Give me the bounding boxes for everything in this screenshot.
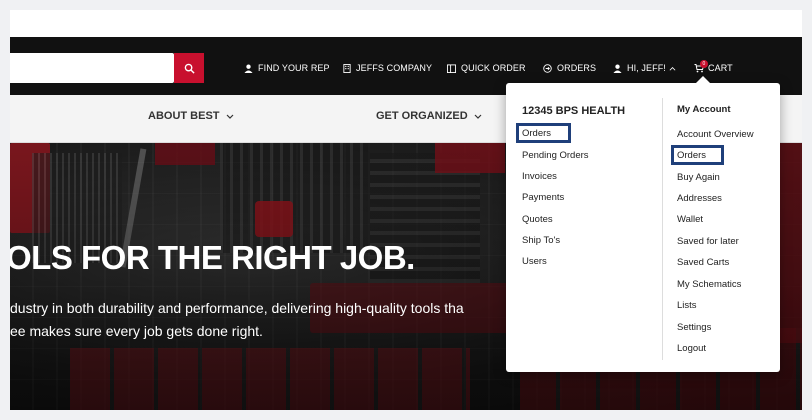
find-your-rep-link[interactable]: FIND YOUR REP	[244, 60, 330, 76]
company-label: JEFFS COMPANY	[356, 63, 433, 73]
account-dropdown-menu: 12345 BPS HEALTH Orders Pending Orders I…	[506, 76, 780, 372]
chevron-down-icon	[474, 114, 482, 119]
nav-get-organized[interactable]: GET ORGANIZED	[376, 110, 482, 122]
cart-label: CART	[708, 63, 733, 73]
hero-description-line-2: ee makes sure every job gets done right.	[10, 323, 263, 339]
company-link-ship-tos[interactable]: Ship To's	[522, 235, 560, 246]
company-link-payments[interactable]: Payments	[522, 192, 564, 203]
account-link-settings[interactable]: Settings	[677, 322, 711, 333]
chevron-up-icon	[669, 66, 676, 71]
company-link-quotes[interactable]: Quotes	[522, 214, 553, 225]
building-icon	[343, 63, 351, 73]
orders-label: ORDERS	[557, 63, 597, 73]
company-link-pending-orders[interactable]: Pending Orders	[522, 150, 589, 161]
quick-order-label: QUICK ORDER	[461, 63, 526, 73]
account-link-logout[interactable]: Logout	[677, 343, 706, 354]
account-link-orders[interactable]: Orders	[677, 150, 706, 161]
nav-about-best[interactable]: ABOUT BEST	[148, 110, 234, 122]
hero-title: OLS FOR THE RIGHT JOB.	[10, 239, 415, 276]
account-link-buy-again[interactable]: Buy Again	[677, 172, 720, 183]
account-link-overview[interactable]: Account Overview	[677, 129, 754, 140]
my-account-heading: My Account	[677, 104, 731, 115]
cart-link[interactable]: 0 CART	[694, 60, 733, 76]
dropdown-divider	[662, 98, 663, 360]
cart-icon-wrap: 0	[694, 60, 708, 73]
account-link-addresses[interactable]: Addresses	[677, 193, 722, 204]
orders-icon	[543, 63, 552, 73]
find-your-rep-label: FIND YOUR REP	[258, 63, 330, 73]
account-link-saved-carts[interactable]: Saved Carts	[677, 257, 729, 268]
browser-viewport: FIND YOUR REP JEFFS COMPANY QUICK ORDER …	[10, 10, 802, 410]
user-icon	[613, 64, 622, 73]
account-link-my-schematics[interactable]: My Schematics	[677, 279, 741, 290]
account-link-lists[interactable]: Lists	[677, 300, 697, 311]
quick-order-link[interactable]: QUICK ORDER	[447, 60, 526, 76]
dropdown-caret	[696, 76, 710, 83]
person-icon	[244, 64, 253, 73]
chevron-down-icon	[226, 114, 233, 119]
nav-about-best-label: ABOUT BEST	[148, 110, 220, 122]
account-link-wallet[interactable]: Wallet	[677, 214, 703, 225]
company-link[interactable]: JEFFS COMPANY	[343, 60, 432, 76]
account-menu-toggle[interactable]: HI, JEFF!	[613, 60, 676, 76]
cart-count-badge: 0	[700, 60, 708, 68]
search-icon	[184, 63, 195, 74]
company-name: 12345 BPS HEALTH	[522, 105, 626, 117]
greeting-label: HI, JEFF!	[627, 63, 666, 73]
company-link-orders[interactable]: Orders	[522, 128, 551, 139]
nav-get-organized-label: GET ORGANIZED	[376, 110, 468, 122]
hero-description-line-1: dustry in both durability and performanc…	[10, 300, 464, 316]
company-link-users[interactable]: Users	[522, 256, 547, 267]
account-link-saved-for-later[interactable]: Saved for later	[677, 236, 739, 247]
orders-link[interactable]: ORDERS	[543, 60, 596, 76]
search-input[interactable]	[10, 53, 174, 83]
search-button[interactable]	[174, 53, 204, 83]
company-link-invoices[interactable]: Invoices	[522, 171, 557, 182]
clipboard-icon	[447, 63, 456, 73]
